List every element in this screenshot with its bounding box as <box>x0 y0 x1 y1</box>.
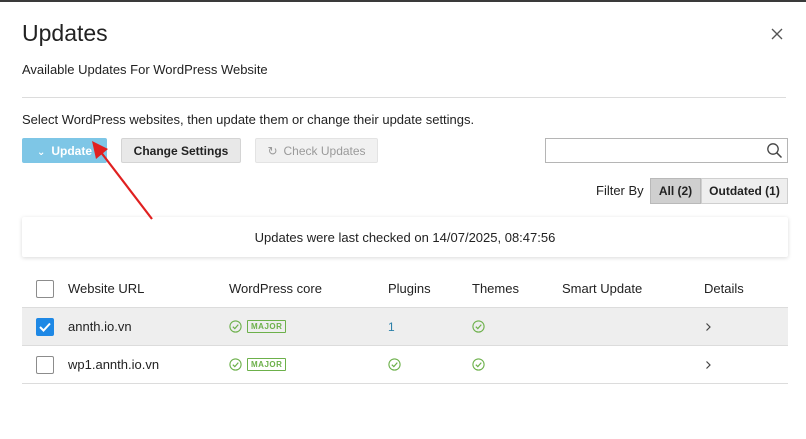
check-circle-icon <box>229 320 242 333</box>
major-badge: MAJOR <box>247 320 287 333</box>
chevron-right-icon[interactable] <box>704 360 712 370</box>
filter-outdated-button[interactable]: Outdated (1) <box>701 178 788 204</box>
filter-all-button[interactable]: All (2) <box>650 178 701 204</box>
themes-status <box>472 346 485 383</box>
details-cell <box>704 346 712 383</box>
plugins-count-link[interactable]: 1 <box>388 320 395 334</box>
themes-status <box>472 308 485 345</box>
check-circle-icon <box>472 358 485 371</box>
window-top-border <box>0 0 806 2</box>
checkmark-icon <box>39 322 51 332</box>
select-all-checkbox[interactable] <box>36 279 54 298</box>
wordpress-core-status: MAJOR <box>229 308 287 345</box>
dialog-title: Updates <box>22 20 108 46</box>
check-updates-label: Check Updates <box>283 143 366 158</box>
table-header-row: Website URL WordPress core Plugins Theme… <box>22 270 788 308</box>
major-badge: MAJOR <box>247 358 287 371</box>
header-themes[interactable]: Themes <box>472 270 519 307</box>
plugins-status <box>388 346 401 383</box>
header-smart-update[interactable]: Smart Update <box>562 270 642 307</box>
table-row[interactable]: wp1.annth.io.vn MAJOR <box>22 346 788 384</box>
wordpress-core-status: MAJOR <box>229 346 287 383</box>
header-details: Details <box>704 281 744 296</box>
plugins-count: 1 <box>388 308 395 345</box>
check-circle-icon <box>472 320 485 333</box>
row-checkbox[interactable] <box>36 355 54 374</box>
close-icon[interactable] <box>770 27 784 41</box>
annotation-arrow-icon <box>92 141 153 220</box>
dialog-subtitle: Available Updates For WordPress Website <box>22 62 268 77</box>
check-circle-icon <box>388 358 401 371</box>
website-url[interactable]: annth.io.vn <box>68 308 132 345</box>
divider <box>22 97 786 98</box>
check-updates-button[interactable]: ↻ Check Updates <box>255 138 378 163</box>
header-wordpress-core[interactable]: WordPress core <box>229 270 322 307</box>
row-checkbox[interactable] <box>36 317 54 336</box>
table-row[interactable]: annth.io.vn MAJOR 1 <box>22 308 788 346</box>
chevron-right-icon[interactable] <box>704 322 712 332</box>
refresh-icon: ↻ <box>267 143 278 158</box>
header-plugins[interactable]: Plugins <box>388 270 431 307</box>
instructions-text: Select WordPress websites, then update t… <box>22 112 475 127</box>
search-input[interactable] <box>545 138 788 163</box>
filter-label: Filter By <box>596 183 644 198</box>
website-url[interactable]: wp1.annth.io.vn <box>68 346 159 383</box>
last-checked-text: Updates were last checked on 14/07/2025,… <box>254 229 556 245</box>
header-website-url[interactable]: Website URL <box>68 270 144 307</box>
search-icon[interactable] <box>766 142 783 159</box>
details-cell <box>704 308 712 345</box>
websites-table: Website URL WordPress core Plugins Theme… <box>22 270 788 384</box>
check-circle-icon <box>229 358 242 371</box>
chevron-down-icon: ⌄ <box>36 146 46 158</box>
